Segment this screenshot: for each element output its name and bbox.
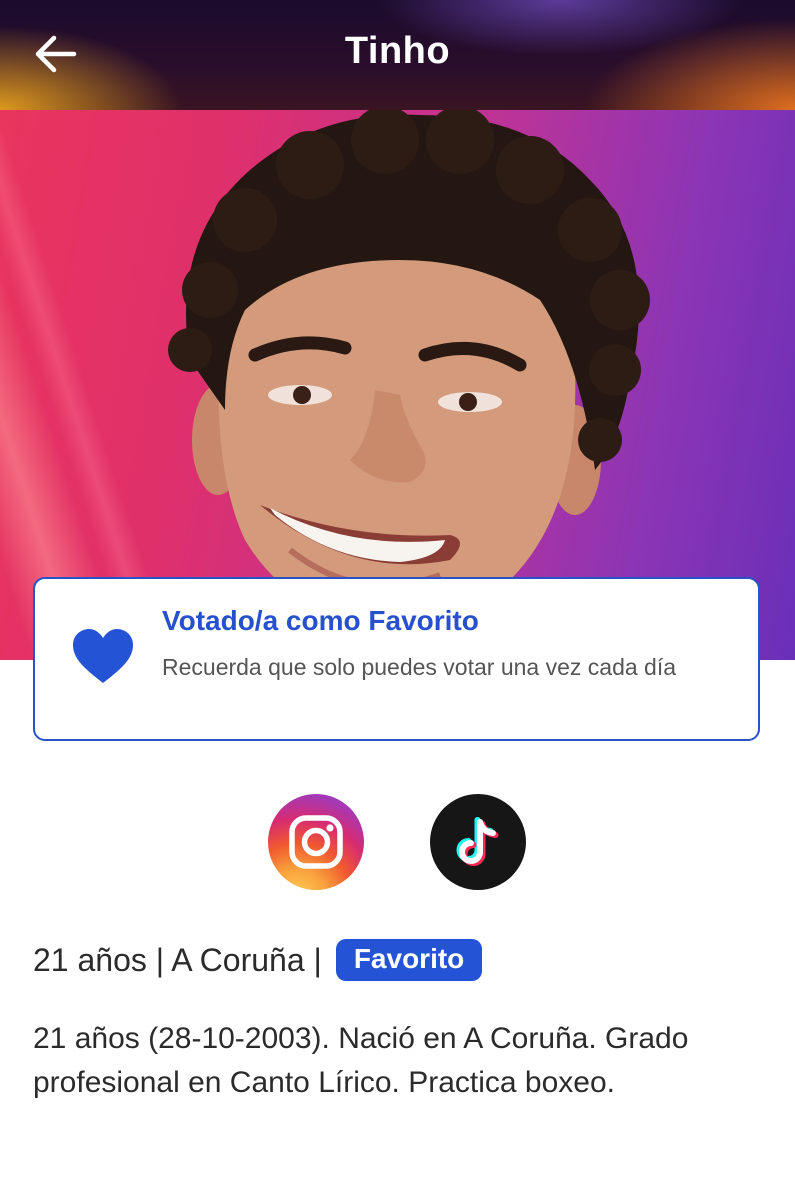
vote-confirmation-card: Votado/a como Favorito Recuerda que solo… [33,577,760,741]
vote-title: Votado/a como Favorito [162,605,479,636]
contestant-summary: 21 años | A Coruña | Favorito [33,939,483,981]
status-badge: Favorito [335,939,483,981]
heart-icon [73,629,133,683]
summary-text: 21 años | A Coruña | [33,941,322,978]
tiktok-icon [456,817,499,866]
top-bar: Tinho [0,0,795,110]
tiktok-button[interactable] [430,794,526,890]
instagram-icon [289,815,343,869]
vote-subtitle: Recuerda que solo puedes votar una vez c… [162,654,677,680]
page-title: Tinho [344,30,451,72]
instagram-button[interactable] [268,794,364,890]
contestant-bio: 21 años (28-10-2003). Nació en A Coruña.… [33,1022,689,1099]
